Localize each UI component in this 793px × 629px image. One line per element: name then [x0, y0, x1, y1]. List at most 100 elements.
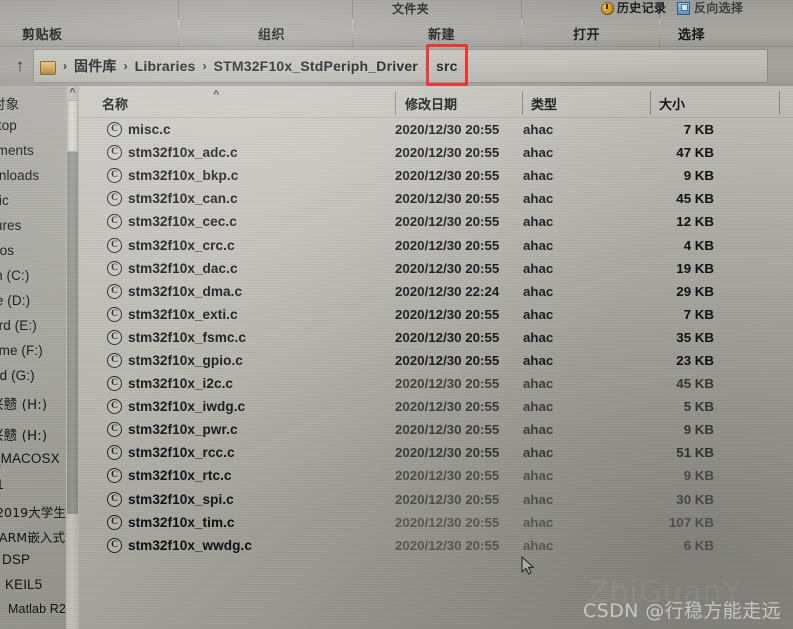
- sidebar-item-12[interactable]: 兴戆 (H:): [0, 393, 47, 413]
- column-header-name[interactable]: 名称: [102, 94, 128, 113]
- file-name-cell: stm32f10x_can.c: [128, 191, 238, 207]
- c-source-file-icon: C: [107, 214, 122, 230]
- file-type-cell: ahac: [523, 122, 554, 138]
- sidebar-item-9[interactable]: ord (E:): [0, 318, 37, 333]
- table-row[interactable]: Cstm32f10x_dma.c 2020/12/30 22:24 ahac 29 K…: [79, 280, 793, 303]
- caret-up-icon: ^: [213, 89, 220, 101]
- file-type-cell: ahac: [523, 491, 554, 507]
- sidebar-item-15[interactable]: 1: [0, 477, 4, 492]
- table-row[interactable]: Cstm32f10x_crc.c 2020/12/30 20:55 ahac 4 KB: [79, 233, 793, 256]
- table-row[interactable]: Cstm32f10x_fsmc.c 2020/12/30 20:55 ahac 35 …: [79, 326, 793, 349]
- file-size-cell: 47 KB: [676, 145, 714, 161]
- file-date-cell: 2020/12/30 20:55: [395, 514, 500, 530]
- sidebar-item-10[interactable]: ame (F:): [0, 343, 43, 358]
- file-date-cell: 2020/12/30 20:55: [395, 468, 500, 484]
- table-row[interactable]: Cstm32f10x_can.c 2020/12/30 20:55 ahac 45 K…: [79, 187, 793, 210]
- sidebar-item-17[interactable]: ARM嵌入式: [0, 527, 65, 546]
- ribbon-history-label[interactable]: 历史记录: [617, 2, 666, 15]
- table-row[interactable]: Cstm32f10x_i2c.c 2020/12/30 20:55 ahac 45 K…: [79, 372, 793, 395]
- sidebar-item-6[interactable]: eos: [0, 243, 14, 258]
- column-header-type[interactable]: 类型: [531, 94, 557, 113]
- table-row[interactable]: Cmisc.c 2020/12/30 20:55 ahac 7 KB: [79, 118, 793, 141]
- file-type-cell: ahac: [523, 191, 554, 207]
- sidebar-item-0[interactable]: 对象: [0, 93, 19, 113]
- file-size-cell: 5 KB: [683, 399, 714, 415]
- table-row[interactable]: Cstm32f10x_exti.c 2020/12/30 20:55 ahac 7 K…: [79, 303, 793, 326]
- table-row[interactable]: Cstm32f10x_cec.c 2020/12/30 20:55 ahac 12 K…: [79, 210, 793, 233]
- breadcrumb[interactable]: › 固件库 › Libraries › STM32F10x_StdPeriph_…: [33, 49, 768, 83]
- ribbon-group-organize: 组织: [258, 27, 286, 42]
- up-arrow-icon[interactable]: ↑: [12, 57, 28, 75]
- breadcrumb-item-src[interactable]: src: [433, 57, 461, 75]
- column-header-size[interactable]: 大小: [659, 94, 685, 113]
- column-header-row: 名称 ^ 修改日期 类型 大小: [79, 86, 793, 118]
- file-name-cell: stm32f10x_gpio.c: [128, 352, 243, 368]
- table-row[interactable]: Cstm32f10x_spi.c 2020/12/30 20:55 ahac 30 K…: [79, 488, 793, 511]
- navigation-scrollbar[interactable]: ^: [66, 86, 79, 629]
- sidebar-item-20[interactable]: Matlab R2017b: [8, 602, 68, 616]
- c-source-file-icon: C: [107, 145, 122, 161]
- file-type-cell: ahac: [523, 168, 554, 184]
- navigation-pane[interactable]: 对象 ktop uments wnloads sic tures eos in …: [0, 86, 68, 629]
- sidebar-item-19[interactable]: KEIL5: [5, 577, 42, 592]
- history-icon: [601, 2, 614, 15]
- table-row[interactable]: Cstm32f10x_pwr.c 2020/12/30 20:55 ahac 9 KB: [79, 418, 793, 441]
- file-name-cell: stm32f10x_adc.c: [128, 145, 238, 161]
- file-size-cell: 51 KB: [676, 445, 714, 461]
- table-row[interactable]: Cstm32f10x_rcc.c 2020/12/30 20:55 ahac 51 K…: [79, 441, 793, 464]
- table-row[interactable]: Cstm32f10x_gpio.c 2020/12/30 20:55 ahac 23 …: [79, 349, 793, 372]
- file-size-cell: 29 KB: [676, 283, 714, 299]
- table-row[interactable]: Cstm32f10x_bkp.c 2020/12/30 20:55 ahac 9 KB: [79, 164, 793, 187]
- sidebar-item-14[interactable]: _MACOSX: [0, 451, 60, 466]
- table-row[interactable]: Cstm32f10x_iwdg.c 2020/12/30 20:55 ahac 5 K…: [79, 395, 793, 418]
- table-row[interactable]: Cstm32f10x_adc.c 2020/12/30 20:55 ahac 47 K…: [79, 141, 793, 164]
- sidebar-item-2[interactable]: uments: [0, 143, 34, 158]
- file-type-cell: ahac: [523, 214, 554, 230]
- sidebar-item-3[interactable]: wnloads: [0, 168, 39, 183]
- file-date-cell: 2020/12/30 20:55: [395, 329, 500, 345]
- sidebar-item-13[interactable]: 兴戆 (H:): [0, 424, 47, 444]
- sidebar-item-4[interactable]: sic: [0, 193, 9, 208]
- sidebar-item-7[interactable]: in (C:): [0, 268, 29, 283]
- table-row[interactable]: Cstm32f10x_tim.c 2020/12/30 20:55 ahac 107 …: [79, 511, 793, 534]
- file-name-cell: stm32f10x_crc.c: [128, 237, 235, 253]
- c-source-file-icon: C: [107, 352, 122, 368]
- file-date-cell: 2020/12/30 20:55: [395, 214, 500, 230]
- column-header-date[interactable]: 修改日期: [405, 94, 457, 113]
- file-date-cell: 2020/12/30 20:55: [395, 191, 500, 207]
- breadcrumb-item-libraries[interactable]: Libraries: [132, 57, 199, 75]
- scrollbar-thumb[interactable]: [67, 100, 78, 152]
- file-type-cell: ahac: [523, 422, 554, 438]
- breadcrumb-item-firmware[interactable]: 固件库: [71, 55, 120, 77]
- table-row[interactable]: Cstm32f10x_wwdg.c 2020/12/30 20:55 ahac 6 K…: [79, 534, 793, 557]
- ribbon-clipboard-command[interactable]: [104, 2, 108, 15]
- c-source-file-icon: C: [107, 260, 122, 276]
- file-type-cell: ahac: [523, 468, 554, 484]
- c-source-file-icon: C: [107, 168, 122, 184]
- ribbon-new-folder-label[interactable]: 文件夹: [392, 3, 429, 16]
- ribbon-invert-selection-label[interactable]: 反向选择: [694, 2, 743, 15]
- table-row[interactable]: Cstm32f10x_dac.c 2020/12/30 20:55 ahac 19 K…: [79, 257, 793, 280]
- sidebar-item-18[interactable]: DSP: [2, 552, 30, 567]
- file-date-cell: 2020/12/30 20:55: [395, 376, 500, 392]
- file-type-cell: ahac: [523, 329, 554, 345]
- folder-icon: [40, 60, 56, 75]
- sidebar-item-5[interactable]: tures: [0, 218, 22, 233]
- scrollbar-track[interactable]: [67, 152, 78, 514]
- c-source-file-icon: C: [107, 491, 122, 507]
- file-name-cell: stm32f10x_tim.c: [128, 514, 235, 530]
- table-row[interactable]: Cstm32f10x_rtc.c 2020/12/30 20:55 ahac 9 KB: [79, 464, 793, 487]
- chevron-up-icon[interactable]: ^: [66, 86, 79, 100]
- file-name-cell: misc.c: [128, 122, 171, 138]
- sidebar-item-1[interactable]: ktop: [0, 118, 17, 133]
- breadcrumb-separator-3: ›: [424, 59, 429, 73]
- breadcrumb-separator-0: ›: [63, 59, 67, 73]
- sidebar-item-8[interactable]: te (D:): [0, 293, 30, 308]
- ribbon-group-new: 新建: [428, 27, 456, 42]
- file-size-cell: 45 KB: [676, 191, 714, 207]
- sidebar-item-16[interactable]: 2019大学生电子: [0, 502, 68, 521]
- breadcrumb-item-stdperiph-driver[interactable]: STM32F10x_StdPeriph_Driver: [211, 57, 421, 75]
- c-source-file-icon: C: [107, 122, 122, 138]
- sidebar-item-11[interactable]: dd (G:): [0, 368, 35, 383]
- file-list-pane[interactable]: 名称 ^ 修改日期 类型 大小 Cmisc.c 2020/12/30 20:55 a…: [79, 86, 793, 629]
